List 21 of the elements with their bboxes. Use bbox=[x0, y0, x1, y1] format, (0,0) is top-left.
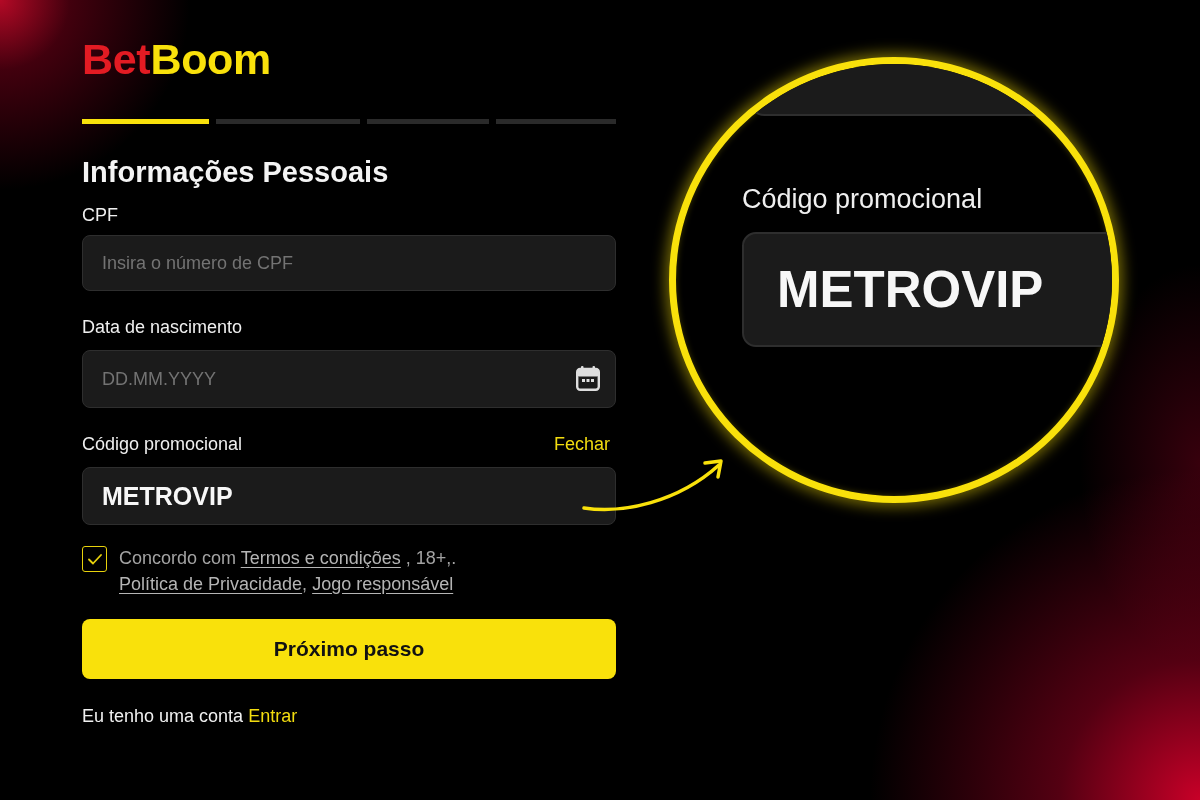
next-step-button[interactable]: Próximo passo bbox=[82, 619, 616, 679]
input-field[interactable]: Insira o número de CPF bbox=[82, 235, 616, 291]
checkbox[interactable] bbox=[82, 546, 107, 572]
field-label: Código promocional bbox=[742, 183, 983, 215]
login-link[interactable]: Entrar bbox=[248, 706, 298, 726]
check-icon bbox=[87, 553, 102, 565]
field-label: CPF bbox=[82, 204, 118, 226]
section-title: Informações Pessoais bbox=[82, 155, 389, 190]
login-prompt: Eu tenho uma conta Entrar bbox=[82, 705, 298, 727]
field-label: Código promocional bbox=[82, 433, 243, 455]
policy-link[interactable]: Termos e condições bbox=[240, 548, 401, 568]
calendar-icon[interactable] bbox=[576, 366, 600, 391]
field-label: Data de nascimento bbox=[82, 316, 243, 338]
input-field: METROVIP bbox=[742, 232, 1112, 347]
policy-link[interactable]: Jogo responsável bbox=[312, 574, 454, 594]
policy-link[interactable]: Política de Privacidade bbox=[119, 574, 303, 594]
input-field[interactable]: DD.MM.YYYY bbox=[82, 350, 616, 408]
close-link[interactable]: Fechar bbox=[553, 433, 610, 455]
brand-logo: BetBoom bbox=[82, 36, 271, 82]
input-field[interactable]: METROVIP bbox=[82, 467, 616, 525]
consent-text: Concordo com Termos e condições , 18+,. Política de Privacidade, Jogo responsável bbox=[119, 547, 457, 596]
